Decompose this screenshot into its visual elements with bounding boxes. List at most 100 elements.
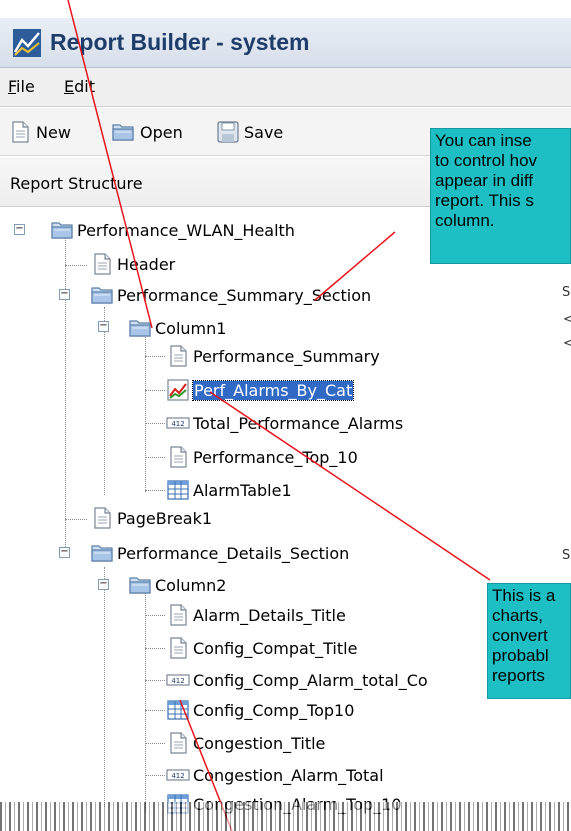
report-folder-icon — [50, 218, 74, 242]
tree-node-alarm-details-title[interactable]: Alarm_Details_Title — [166, 602, 346, 628]
save-button[interactable]: Save — [216, 117, 283, 147]
section-folder-icon — [90, 541, 114, 565]
callout-line: You can inse — [435, 131, 532, 150]
new-button-label: New — [36, 122, 71, 142]
tree-node-details-section[interactable]: Performance_Details_Section — [90, 540, 349, 566]
tree-node-label: Column2 — [155, 575, 227, 595]
callout-line: to control hov — [435, 151, 538, 170]
title-bar[interactable]: Report Builder - system — [0, 18, 571, 68]
tree-connector — [145, 423, 165, 424]
tree-connector — [65, 237, 66, 557]
truncated-text-fragment: S — [562, 285, 571, 300]
panel-title: Report Structure — [10, 174, 143, 193]
column-folder-icon — [128, 573, 152, 597]
tree-node-performance-summary[interactable]: Performance_Summary — [166, 343, 380, 369]
tree-node-label: Performance_Top_10 — [193, 447, 358, 467]
save-disk-icon — [216, 120, 240, 144]
callout-line: column. — [435, 211, 495, 230]
tree-node-label: PageBreak1 — [117, 508, 213, 528]
report-builder-icon — [13, 29, 41, 57]
tree-node-label: Config_Comp_Top10 — [193, 700, 355, 720]
tree-node-root[interactable]: Performance_WLAN_Health — [50, 217, 295, 243]
tree-node-label: Total_Performance_Alarms — [193, 413, 404, 433]
tree-connector — [65, 519, 87, 520]
tree-connector — [145, 457, 165, 458]
tree-connector — [145, 648, 165, 649]
tree-node-total-performance-alarms[interactable]: Total_Performance_Alarms — [166, 410, 403, 436]
tree-node-page-break1[interactable]: PageBreak1 — [90, 505, 212, 531]
truncated-text-fragment: < — [563, 312, 571, 327]
tree-connector — [145, 356, 165, 357]
column-folder-icon — [128, 316, 152, 340]
text-element-icon — [166, 636, 190, 660]
window-title: Report Builder - system — [50, 29, 310, 55]
number-element-icon — [166, 763, 190, 787]
tree-node-label: Column1 — [155, 318, 227, 338]
menu-file-label: ile — [16, 77, 35, 96]
tree-node-label: Alarm_Details_Title — [193, 605, 346, 625]
tree-connector — [145, 615, 165, 616]
callout-line: convert — [492, 626, 548, 645]
menu-edit-label: dit — [74, 77, 95, 96]
tree-node-congestion-title[interactable]: Congestion_Title — [166, 730, 325, 756]
tree-node-label: Performance_Details_Section — [117, 543, 350, 563]
open-button-label: Open — [140, 122, 183, 142]
tree-connector — [145, 390, 165, 391]
tree-node-label: Performance_WLAN_Health — [77, 220, 295, 240]
text-element-icon — [90, 252, 114, 276]
expand-toggle-column1[interactable]: − — [98, 321, 109, 332]
text-element-icon — [166, 344, 190, 368]
tree-node-config-compat-title[interactable]: Config_Compat_Title — [166, 635, 357, 661]
tree-node-config-comp-alarm-total[interactable]: Config_Comp_Alarm_total_Co — [166, 667, 428, 693]
text-element-icon — [166, 603, 190, 627]
tree-node-column2[interactable]: Column2 — [128, 572, 226, 598]
menu-bar: File Edit — [0, 68, 571, 107]
truncated-text-fragment: < — [563, 336, 571, 351]
tree-connector — [145, 710, 165, 711]
callout-line: This is a — [492, 586, 556, 605]
tree-node-performance-top-10[interactable]: Performance_Top_10 — [166, 444, 358, 470]
tree-connector — [145, 775, 165, 776]
expand-toggle-column2[interactable]: − — [98, 579, 109, 590]
new-button[interactable]: New — [8, 117, 71, 147]
tree-connector — [104, 567, 105, 807]
number-element-icon — [166, 411, 190, 435]
expand-toggle-summary-section[interactable]: − — [59, 289, 70, 300]
tree-connector — [145, 680, 165, 681]
table-icon — [166, 698, 190, 722]
text-element-icon — [166, 731, 190, 755]
cropped-edge-artifact — [0, 802, 571, 831]
save-button-label: Save — [244, 122, 284, 142]
callout-line: appear in diff — [435, 171, 533, 190]
tree-node-label: Config_Comp_Alarm_total_Co — [193, 670, 428, 690]
tree-node-congestion-alarm-total[interactable]: Congestion_Alarm_Total — [166, 762, 384, 788]
tree-node-column1[interactable]: Column1 — [128, 315, 226, 341]
tree-node-alarm-table1[interactable]: AlarmTable1 — [166, 477, 292, 503]
menu-edit[interactable]: Edit — [64, 77, 95, 96]
line-chart-icon — [166, 378, 190, 402]
menu-edit-mnemonic: E — [64, 77, 75, 96]
open-folder-icon — [110, 120, 136, 144]
text-element-icon — [166, 445, 190, 469]
tree-connector — [104, 307, 105, 495]
tree-node-config-comp-top10[interactable]: Config_Comp_Top10 — [166, 697, 354, 723]
expand-toggle-details-section[interactable]: − — [59, 547, 70, 558]
report-structure-tree[interactable]: − − − − − Performance_WLAN_Health Header… — [0, 207, 571, 802]
tree-node-header[interactable]: Header — [90, 251, 175, 277]
tree-node-perf-alarms-by-cat[interactable]: Perf_Alarms_By_Cat — [166, 377, 355, 403]
menu-file-mnemonic: F — [8, 77, 17, 96]
callout-line: reports — [492, 666, 545, 685]
callout-line: report. This s — [435, 191, 534, 210]
expand-toggle-root[interactable]: − — [14, 224, 25, 235]
callout-line: charts, — [492, 606, 544, 625]
menu-file[interactable]: File — [8, 77, 35, 96]
tree-node-summary-section[interactable]: Performance_Summary_Section — [90, 282, 371, 308]
number-element-icon — [166, 668, 190, 692]
tree-connector — [145, 743, 165, 744]
callout-line: probabl — [492, 646, 549, 665]
tree-node-label: Config_Compat_Title — [193, 638, 358, 658]
text-element-icon — [90, 506, 114, 530]
report-builder-window: Report Builder - system File Edit New Op… — [0, 0, 571, 831]
open-button[interactable]: Open — [110, 117, 183, 147]
tree-node-label: Congestion_Alarm_Total — [193, 765, 384, 785]
